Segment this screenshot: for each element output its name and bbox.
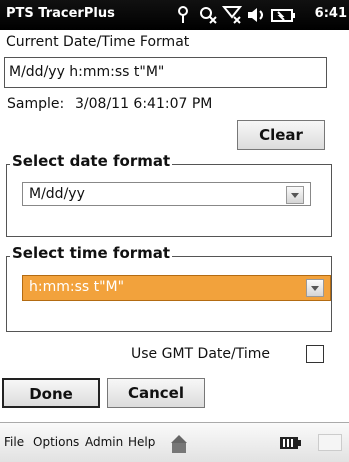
menu-bar: File Options Admin Help [0, 422, 349, 462]
done-button[interactable]: Done [2, 378, 100, 408]
input-panel-icon[interactable] [318, 434, 342, 451]
date-format-select[interactable]: M/dd/yy [22, 182, 311, 206]
app-title: PTS TracerPlus [6, 6, 115, 21]
time-format-legend: Select time format [10, 244, 173, 262]
chevron-down-icon[interactable] [286, 186, 304, 204]
time-format-select[interactable]: h:mm:ss t"M" [22, 275, 331, 301]
time-format-value: h:mm:ss t"M" [29, 279, 125, 295]
keyboard-icon[interactable] [168, 431, 190, 455]
date-format-value: M/dd/yy [29, 186, 85, 202]
antenna-icon [178, 6, 188, 23]
cancel-button[interactable]: Cancel [107, 378, 205, 408]
signal-off-icon[interactable] [222, 5, 242, 25]
sync-icon[interactable] [198, 5, 218, 25]
clock[interactable]: 6:41 [315, 6, 347, 21]
menu-help[interactable]: Help [128, 435, 155, 449]
battery-icon[interactable] [279, 435, 301, 451]
menu-admin[interactable]: Admin [85, 435, 123, 449]
menu-file[interactable]: File [4, 435, 24, 449]
title-bar: PTS TracerPlus 6:41 [0, 0, 349, 30]
current-format-field[interactable]: M/dd/yy h:mm:ss t"M" [4, 57, 327, 88]
sample-value: 3/08/11 6:41:07 PM [75, 96, 213, 112]
chevron-down-icon[interactable] [306, 279, 324, 297]
current-format-label: Current Date/Time Format [6, 34, 190, 50]
date-format-legend: Select date format [10, 152, 173, 170]
sample-label: Sample: [7, 96, 65, 112]
clear-button[interactable]: Clear [237, 120, 325, 150]
gmt-label: Use GMT Date/Time [131, 346, 270, 362]
battery-charging-icon[interactable] [270, 5, 296, 25]
menu-options[interactable]: Options [33, 435, 79, 449]
speaker-icon[interactable] [246, 5, 266, 25]
gmt-checkbox[interactable] [306, 345, 324, 363]
